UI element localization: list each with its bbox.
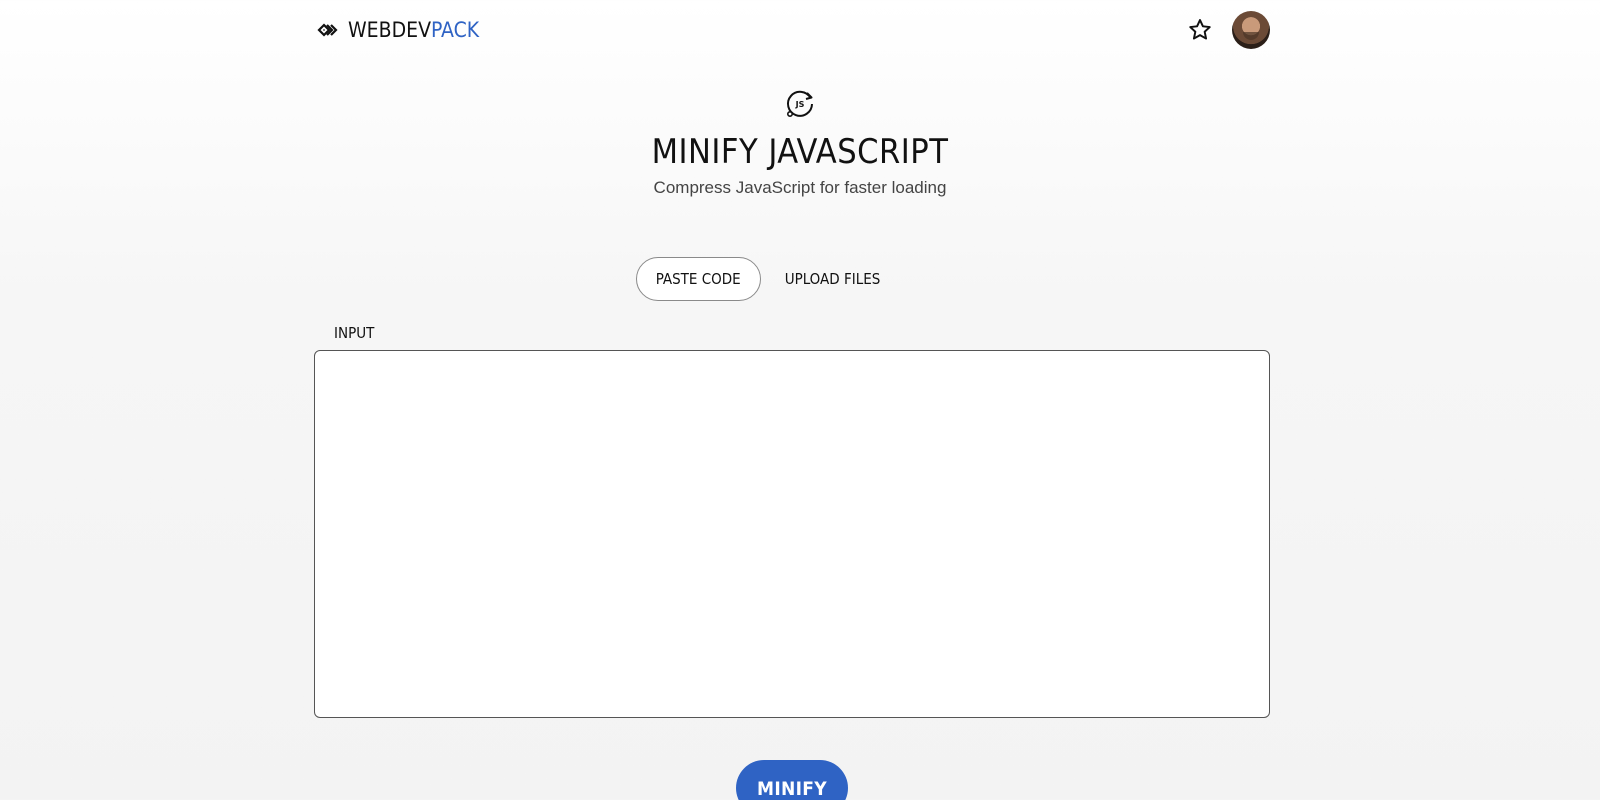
input-label: INPUT	[334, 324, 375, 342]
logo-text-main: WEBDEV	[348, 18, 431, 42]
tab-upload-files[interactable]: UPLOAD FILES	[765, 257, 901, 301]
js-refresh-icon: JS	[787, 90, 813, 117]
input-mode-tabs: PASTE CODE UPLOAD FILES	[0, 257, 1600, 301]
header-actions	[1186, 11, 1270, 49]
site-header: WEBDEVPACK	[314, 10, 1270, 50]
logo-text: WEBDEVPACK	[348, 18, 479, 42]
tool-icon-text: JS	[795, 100, 805, 109]
minify-button[interactable]: MINIFY	[736, 760, 848, 800]
diamond-chevrons-icon	[317, 23, 338, 37]
user-avatar[interactable]	[1232, 11, 1270, 49]
page-title: MINIFY JAVASCRIPT	[651, 132, 949, 172]
page-subtitle: Compress JavaScript for faster loading	[653, 178, 947, 197]
logo-text-accent: PACK	[431, 18, 480, 42]
favorite-button[interactable]	[1186, 16, 1214, 44]
site-logo[interactable]: WEBDEVPACK	[314, 18, 479, 42]
star-icon	[1189, 19, 1211, 40]
tab-paste-code[interactable]: PASTE CODE	[635, 257, 761, 301]
hero-section: JS MINIFY JAVASCRIPT Compress JavaScript…	[0, 86, 1600, 198]
code-input[interactable]	[314, 350, 1270, 718]
